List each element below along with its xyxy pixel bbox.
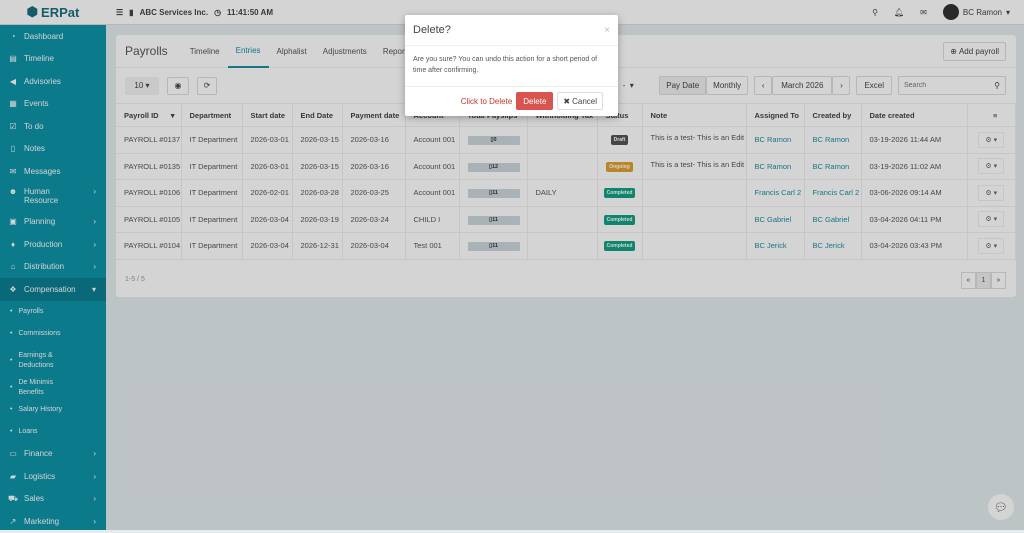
delete-confirm-modal: Delete? × Are you sure? You can undo this…	[405, 15, 618, 116]
close-icon[interactable]: ×	[604, 25, 610, 36]
cancel-button[interactable]: ✖ Cancel	[557, 92, 603, 110]
delete-button[interactable]: Delete	[516, 92, 554, 110]
modal-message: Are you sure? You can undo this action f…	[405, 46, 618, 87]
click-to-delete-label: Click to Delete	[460, 96, 513, 106]
close-icon: ✖	[563, 96, 571, 106]
modal-title: Delete?	[413, 24, 451, 36]
